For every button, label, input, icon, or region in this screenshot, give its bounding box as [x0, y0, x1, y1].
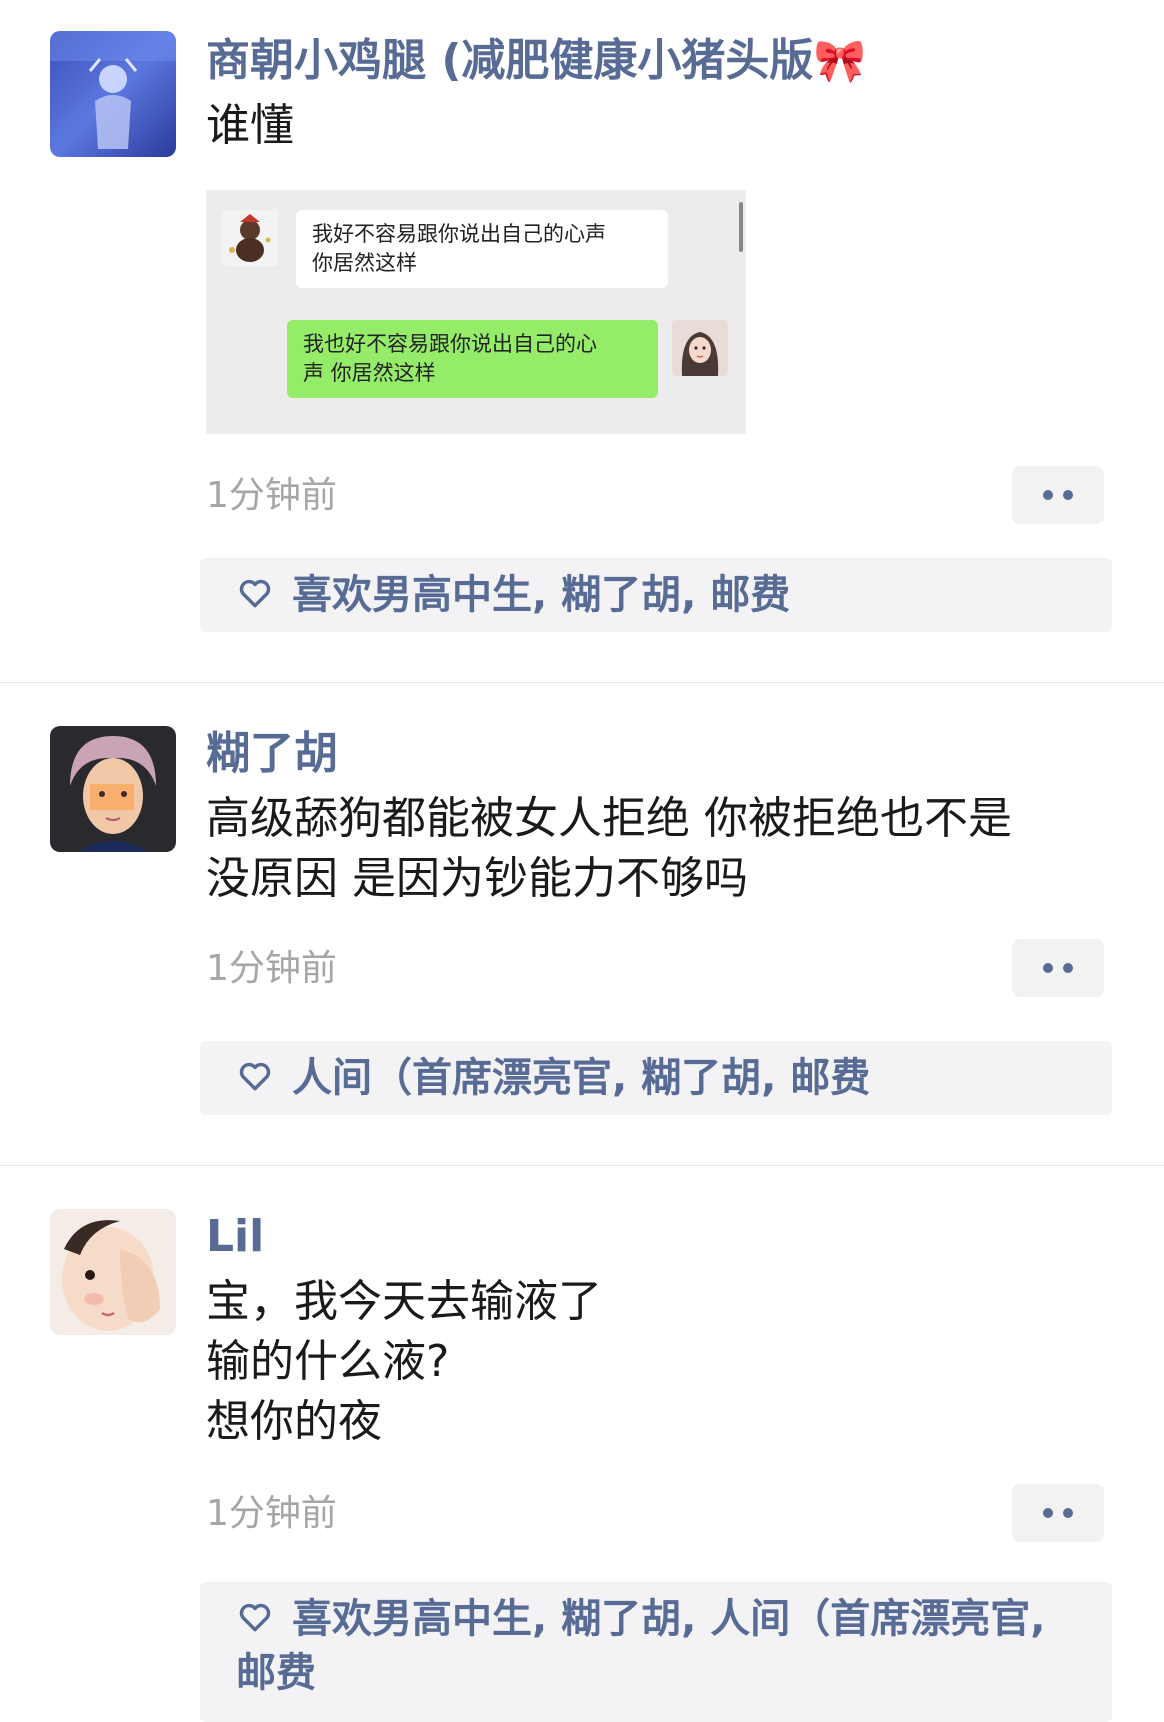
chat-bubble-left: 我好不容易跟你说出自己的心声 你居然这样 [296, 210, 668, 288]
more-dot [1063, 490, 1073, 500]
bow-icon: 🎀 [813, 36, 866, 85]
liker-name[interactable]: 邮费 [790, 1055, 870, 1101]
likes-bar: 人间（首席漂亮官, 糊了胡, 邮费 [200, 1041, 1112, 1115]
liker-name[interactable]: 邮费 [710, 572, 790, 618]
heart-outline-icon [236, 1057, 274, 1095]
post-time: 1分钟前 [206, 948, 337, 989]
likers-list-continued[interactable]: 邮费 [236, 1650, 316, 1696]
post-meta-row: 1分钟前 [206, 1484, 1114, 1542]
post-meta-row: 1分钟前 [206, 466, 1114, 524]
more-actions-button[interactable] [1012, 939, 1104, 997]
post-image-chat-screenshot[interactable]: 我好不容易跟你说出自己的心声 你居然这样 我也好不容易跟你说出自己的心 声 你居… [206, 190, 746, 434]
poster-name[interactable]: 糊了胡 [206, 723, 1114, 785]
more-dot [1063, 1508, 1073, 1518]
moment-post-3: Lil 宝，我今天去输液了 输的什么液? 想你的夜 1分钟前 喜欢男高中生, 糊… [0, 1166, 1164, 1722]
poster-name[interactable]: 商朝小鸡腿 (减肥健康小猪头版🎀 [206, 30, 1114, 92]
more-dot [1063, 963, 1073, 973]
avatar-user-3[interactable] [50, 1209, 176, 1335]
post-time: 1分钟前 [206, 475, 337, 516]
likers-list[interactable]: 喜欢男高中生, 糊了胡, 人间（首席漂亮官, [292, 1596, 1045, 1642]
heart-outline-icon [236, 1598, 274, 1636]
chat-avatar-right [672, 320, 728, 376]
liker-name[interactable]: 糊了胡 [561, 572, 681, 618]
post-text: 宝，我今天去输液了 输的什么液? 想你的夜 [206, 1276, 602, 1447]
post-time: 1分钟前 [206, 1493, 337, 1534]
more-dots-icon [1043, 1508, 1053, 1518]
more-actions-button[interactable] [1012, 466, 1104, 524]
more-dots-icon [1043, 490, 1053, 500]
liker-name[interactable]: 糊了胡 [641, 1055, 761, 1101]
avatar-user-1[interactable] [50, 31, 176, 157]
more-dots-icon [1043, 963, 1053, 973]
chat-bubble-right: 我也好不容易跟你说出自己的心 声 你居然这样 [287, 320, 658, 398]
liker-name[interactable]: 喜欢男高中生 [292, 572, 532, 618]
post-text: 高级舔狗都能被女人拒绝 你被拒绝也不是 没原因 是因为钞能力不够吗 [206, 793, 1012, 904]
poster-name[interactable]: Lil [206, 1206, 1114, 1268]
likes-bar: 喜欢男高中生, 糊了胡, 邮费 [200, 558, 1112, 632]
avatar-user-2[interactable] [50, 726, 176, 852]
post-meta-row: 1分钟前 [206, 939, 1114, 997]
post-text: 谁懂 [206, 100, 294, 151]
likes-bar: 喜欢男高中生, 糊了胡, 人间（首席漂亮官, 邮费 [200, 1582, 1112, 1722]
liker-name[interactable]: 人间（首席漂亮官 [292, 1055, 612, 1101]
more-actions-button[interactable] [1012, 1484, 1104, 1542]
heart-outline-icon [236, 574, 274, 612]
moment-post-1: 商朝小鸡腿 (减肥健康小猪头版🎀 谁懂 我好不容易跟你说出自己的心声 你居然这样… [0, 0, 1164, 683]
moment-post-2: 糊了胡 高级舔狗都能被女人拒绝 你被拒绝也不是 没原因 是因为钞能力不够吗 1分… [0, 683, 1164, 1166]
image-scrollbar [739, 202, 743, 252]
chat-avatar-left [222, 210, 278, 266]
